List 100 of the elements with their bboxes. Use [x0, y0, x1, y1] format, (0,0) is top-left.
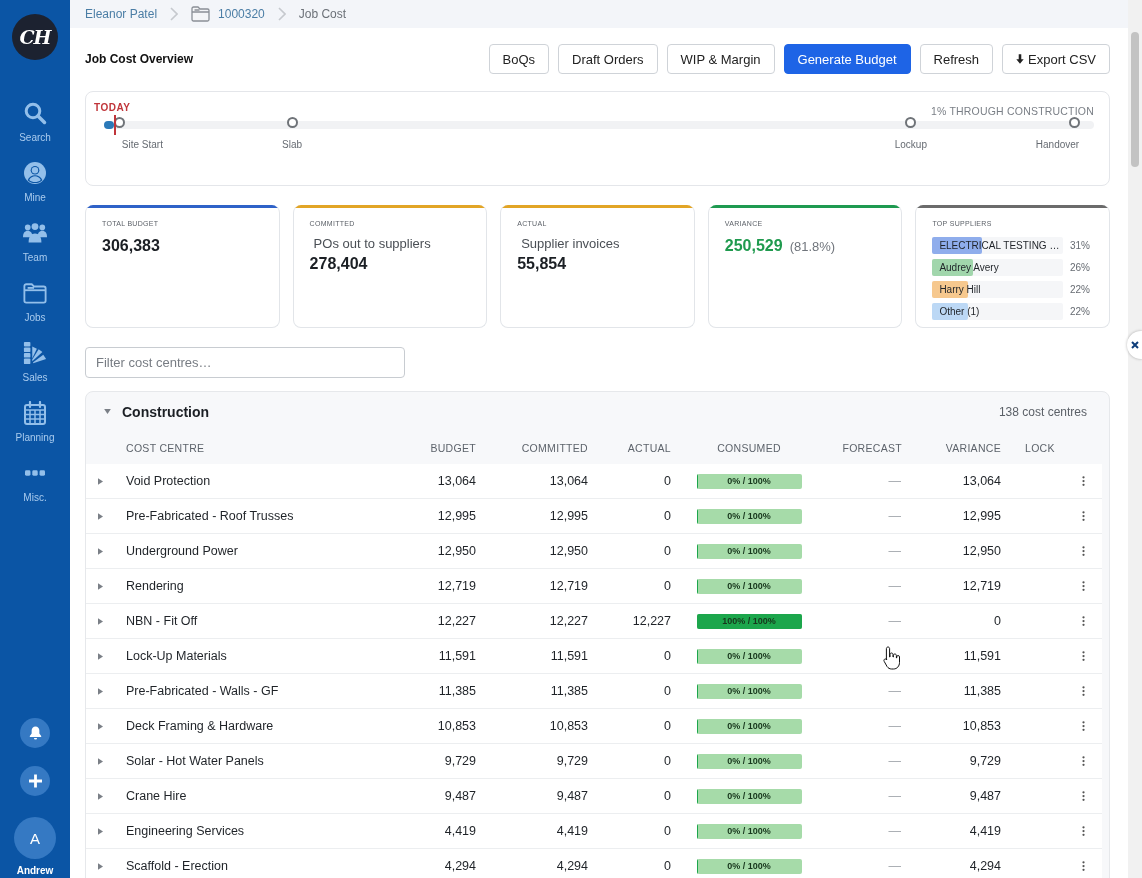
kebab-menu-icon	[1082, 790, 1085, 802]
table-cell: 0	[664, 719, 671, 733]
sidebar-nav-item[interactable]: Misc.	[4, 457, 66, 517]
expand-caret-icon[interactable]	[98, 722, 103, 730]
expand-caret-icon[interactable]	[98, 757, 103, 765]
table-cell: 11,385	[438, 684, 476, 698]
table-cell: 0	[664, 544, 671, 558]
expand-caret-icon[interactable]	[98, 792, 103, 800]
export-button[interactable]: Export CSV	[1002, 44, 1110, 74]
table-cell: 9,487	[556, 789, 588, 803]
kebab-menu-icon	[1082, 545, 1085, 557]
table-cell: 10,853	[437, 719, 476, 733]
group-count: 138 cost centres	[998, 404, 1087, 419]
table-cell: 10,853	[962, 719, 1001, 733]
expand-caret-icon[interactable]	[98, 652, 103, 660]
cost-centre-name: Rendering	[126, 579, 184, 593]
table-cell: 11,385	[963, 684, 1001, 698]
breadcrumb-link[interactable]: Eleanor Patel	[85, 7, 158, 21]
expand-caret-icon[interactable]	[98, 827, 103, 835]
app-logo[interactable]: CH	[12, 14, 58, 60]
scrollbar-thumb[interactable]	[1131, 32, 1139, 167]
card-value: 55,854	[517, 254, 568, 274]
collapse-caret-icon[interactable]	[104, 409, 111, 414]
column-header: ACTUAL	[627, 441, 671, 454]
column-header: VARIANCE	[945, 441, 1001, 454]
consumed-label: 0% / 100%	[727, 546, 771, 556]
cost-centre-name: Lock-Up Materials	[126, 649, 227, 663]
cost-centre-name: NBN - Fit Off	[126, 614, 198, 628]
table-cell: 13,064	[549, 474, 588, 488]
notifications-button[interactable]	[20, 718, 50, 748]
column-header: LOCK	[1025, 441, 1055, 454]
cost-centre-name: Pre-Fabricated - Walls - GF	[126, 684, 279, 698]
sidebar-nav-item[interactable]: Jobs	[4, 277, 66, 337]
sidebar-nav-item[interactable]: Team	[4, 217, 66, 277]
hand-cursor-icon	[883, 646, 900, 670]
table-cell: —	[888, 719, 902, 733]
table-cell: 11,591	[963, 649, 1001, 663]
toolbar-button[interactable]: BoQs	[488, 44, 550, 74]
consumed-label: 100% / 100%	[722, 616, 776, 626]
folder-icon	[191, 6, 211, 22]
consumed-label: 0% / 100%	[727, 511, 771, 521]
expand-caret-icon[interactable]	[98, 862, 103, 870]
table-cell: —	[888, 824, 902, 838]
sidebar-nav-item[interactable]: Search	[4, 97, 66, 157]
column-header: CONSUMED	[717, 441, 781, 454]
card-value: 306,383	[102, 236, 161, 256]
group-title: Construction	[122, 403, 210, 420]
progress-label: 1% THROUGH CONSTRUCTION	[930, 104, 1094, 118]
breadcrumb-current: Job Cost	[298, 7, 347, 21]
column-header: COMMITTED	[521, 441, 588, 454]
table-cell: —	[888, 859, 902, 873]
primary-button[interactable]: Generate Budget	[783, 44, 911, 74]
kebab-menu-icon	[1082, 510, 1085, 522]
table-cell: 12,950	[549, 544, 588, 558]
filter-input[interactable]: Filter cost centres…	[85, 347, 405, 378]
table-cell: 12,227	[549, 614, 588, 628]
milestone-ring-icon	[1068, 117, 1080, 128]
expand-caret-icon[interactable]	[98, 617, 103, 625]
expand-caret-icon[interactable]	[98, 687, 103, 695]
calendar-icon	[23, 401, 47, 425]
supplier-name: Audrey Avery	[938, 261, 999, 273]
scrollbar[interactable]	[1128, 0, 1142, 878]
supplier-name: ELECTRICAL TESTING …	[938, 239, 1060, 251]
card-note: (81.8%)	[789, 239, 836, 254]
table-cell: —	[888, 789, 902, 803]
chevron-right-icon	[277, 7, 286, 21]
toolbar-button[interactable]: Refresh	[919, 44, 994, 74]
add-button[interactable]	[20, 766, 50, 796]
panel-toggle-button[interactable]	[1127, 331, 1142, 359]
table-cell: —	[888, 474, 902, 488]
expand-caret-icon[interactable]	[98, 477, 103, 485]
toolbar-button[interactable]: WIP & Margin	[666, 44, 775, 74]
kebab-menu-icon	[1082, 860, 1085, 872]
swatch-fan-icon	[23, 341, 47, 365]
kebab-menu-icon	[1082, 755, 1085, 767]
consumed-label: 0% / 100%	[727, 756, 771, 766]
expand-caret-icon[interactable]	[98, 547, 103, 555]
sidebar-nav-item[interactable]: Mine	[4, 157, 66, 217]
user-avatar[interactable]: A	[14, 817, 56, 859]
table-cell: —	[888, 579, 902, 593]
more-dots-icon	[25, 470, 45, 476]
toolbar-button[interactable]: Draft Orders	[558, 44, 658, 74]
table-cell: 9,729	[969, 754, 1001, 768]
sidebar-nav-item[interactable]: Planning	[4, 397, 66, 457]
column-header: BUDGET	[430, 441, 476, 454]
user-name: Andrew	[16, 865, 54, 877]
table-cell: 12,995	[437, 509, 476, 523]
milestone-label: Handover	[1035, 139, 1080, 151]
consumed-label: 0% / 100%	[727, 686, 771, 696]
expand-caret-icon[interactable]	[98, 512, 103, 520]
table-cell: 0	[664, 509, 671, 523]
close-icon	[1131, 341, 1139, 349]
card-caption: Supplier invoices	[520, 236, 621, 252]
breadcrumb-link[interactable]: 1000320	[218, 7, 265, 21]
expand-caret-icon[interactable]	[98, 582, 103, 590]
milestone-label: Lockup	[894, 139, 927, 151]
sidebar-nav-item[interactable]: Sales	[4, 337, 66, 397]
cost-centre-name: Scaffold - Erection	[126, 859, 228, 873]
table-cell: 4,294	[444, 859, 476, 873]
table-cell: 12,227	[632, 614, 671, 628]
